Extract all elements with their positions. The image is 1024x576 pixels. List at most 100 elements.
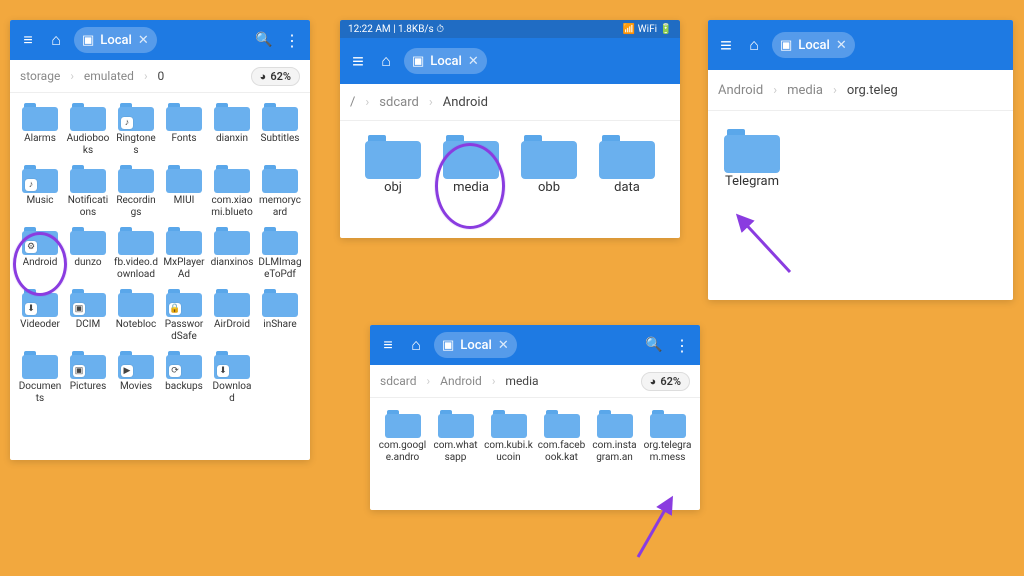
folder-item[interactable]: AirDroid — [208, 285, 256, 347]
folder-label: backups — [165, 381, 203, 405]
status-left: 12:22 AM | 1.8KB/s ⏱ — [348, 24, 444, 35]
folder-item[interactable]: ▣DCIM — [64, 285, 112, 347]
folder-label: com.kubi.kucoin — [484, 440, 533, 464]
crumb[interactable]: org.teleg — [847, 83, 898, 98]
home-icon[interactable]: ⌂ — [406, 335, 426, 355]
folder-item[interactable]: ⚙Android — [16, 223, 64, 285]
folder-icon — [544, 410, 580, 438]
home-icon[interactable]: ⌂ — [376, 51, 396, 71]
folder-item[interactable]: Notebloc — [112, 285, 160, 347]
folder-label: dunzo — [74, 257, 101, 281]
search-icon[interactable]: 🔍 — [644, 335, 664, 355]
folder-item[interactable]: ⟳backups — [160, 347, 208, 409]
topbar: ≡ ⌂ ▣ Local ✕ 🔍 ⋮ — [370, 325, 700, 365]
chevron-icon: › — [144, 69, 148, 83]
close-icon[interactable]: ✕ — [836, 38, 847, 53]
folder-item[interactable]: org.telegram.mess — [641, 406, 694, 468]
search-icon[interactable]: 🔍 — [254, 30, 274, 50]
folder-item[interactable]: fb.video.download — [112, 223, 160, 285]
crumb[interactable]: 0 — [158, 69, 165, 83]
folder-badge: ⬇ — [217, 365, 229, 377]
folder-item[interactable]: dianxinos — [208, 223, 256, 285]
folder-item[interactable]: Documents — [16, 347, 64, 409]
home-icon[interactable]: ⌂ — [46, 30, 66, 50]
hamburger-icon[interactable]: ≡ — [348, 51, 368, 71]
hamburger-icon[interactable]: ≡ — [18, 30, 38, 50]
more-icon[interactable]: ⋮ — [282, 30, 302, 50]
location-pill[interactable]: ▣ Local ✕ — [772, 32, 855, 58]
folder-item[interactable]: com.google.andro — [376, 406, 429, 468]
location-pill[interactable]: ▣ Local ✕ — [434, 332, 517, 358]
crumb[interactable]: sdcard — [380, 374, 417, 388]
folder-label: MxPlayerAd — [162, 257, 206, 281]
folder-item[interactable]: Alarms — [16, 99, 64, 161]
topbar: ≡ ⌂ ▣ Local ✕ — [708, 20, 1013, 70]
folder-item[interactable]: Subtitles — [256, 99, 304, 161]
folder-item[interactable]: com.kubi.kucoin — [482, 406, 535, 468]
folder-item[interactable]: Notifications — [64, 161, 112, 223]
folder-item[interactable]: com.whatsapp — [429, 406, 482, 468]
folder-icon: ▣ — [70, 351, 106, 379]
folder-label: Ringtones — [114, 133, 158, 157]
location-pill[interactable]: ▣ Local ✕ — [74, 27, 157, 53]
folder-item[interactable]: ▶Movies — [112, 347, 160, 409]
panel-2: 12:22 AM | 1.8KB/s ⏱ 📶 WiFi 🔋 ≡ ⌂ ▣ Loca… — [340, 20, 680, 238]
crumb[interactable]: storage — [20, 69, 60, 83]
folder-item[interactable]: DLMImageToPdf — [256, 223, 304, 285]
folder-icon — [166, 227, 202, 255]
folder-grid: com.google.androcom.whatsappcom.kubi.kuc… — [370, 398, 700, 476]
folder-item[interactable]: MIUI — [160, 161, 208, 223]
folder-item[interactable]: 🔒PasswordSafe — [160, 285, 208, 347]
hamburger-icon[interactable]: ≡ — [716, 35, 736, 55]
storage-pill[interactable]: ◕ 62% — [251, 67, 300, 86]
folder-icon — [166, 103, 202, 131]
folder-item[interactable]: data — [588, 131, 666, 200]
folder-item[interactable]: com.xiaomi.blueto — [208, 161, 256, 223]
folder-label: Download — [210, 381, 254, 405]
close-icon[interactable]: ✕ — [138, 33, 149, 48]
crumb[interactable]: emulated — [84, 69, 134, 83]
folder-icon: 🔒 — [166, 289, 202, 317]
folder-item[interactable]: ▣Pictures — [64, 347, 112, 409]
folder-item[interactable]: MxPlayerAd — [160, 223, 208, 285]
folder-icon — [724, 129, 780, 173]
crumb[interactable]: Android — [443, 95, 488, 110]
folder-item[interactable]: obj — [354, 131, 432, 200]
folder-item[interactable]: Fonts — [160, 99, 208, 161]
crumb[interactable]: sdcard — [379, 95, 419, 110]
folder-item[interactable]: Recordings — [112, 161, 160, 223]
panel-4: ≡ ⌂ ▣ Local ✕ 🔍 ⋮ sdcard › Android › med… — [370, 325, 700, 510]
folder-item[interactable]: media — [432, 131, 510, 200]
folder-icon: ⚙ — [22, 227, 58, 255]
hamburger-icon[interactable]: ≡ — [378, 335, 398, 355]
location-pill[interactable]: ▣ Local ✕ — [404, 48, 487, 74]
storage-pill[interactable]: ◕ 62% — [641, 372, 690, 391]
folder-item[interactable]: Telegram — [722, 125, 782, 194]
more-icon[interactable]: ⋮ — [672, 335, 692, 355]
folder-item[interactable]: com.facebook.kat — [535, 406, 588, 468]
crumb[interactable]: / — [350, 95, 355, 110]
crumb[interactable]: Android — [718, 83, 763, 98]
folder-item[interactable]: ⬇ Download — [208, 347, 256, 409]
folder-icon — [262, 289, 298, 317]
pie-icon: ◕ — [650, 375, 657, 388]
folder-item[interactable]: Audiobooks — [64, 99, 112, 161]
folder-item[interactable]: ♪ Ringtones — [112, 99, 160, 161]
folder-item[interactable]: ♪Music — [16, 161, 64, 223]
folder-badge: ♪ — [121, 117, 133, 129]
folder-item[interactable]: inShare — [256, 285, 304, 347]
crumb[interactable]: Android — [440, 374, 482, 388]
crumb[interactable]: media — [787, 83, 823, 98]
folder-item[interactable]: dunzo — [64, 223, 112, 285]
crumb[interactable]: media — [505, 374, 538, 388]
home-icon[interactable]: ⌂ — [744, 35, 764, 55]
close-icon[interactable]: ✕ — [468, 54, 479, 69]
folder-badge: ⚙ — [25, 241, 37, 253]
folder-item[interactable]: memorycard — [256, 161, 304, 223]
close-icon[interactable]: ✕ — [498, 338, 509, 353]
folder-item[interactable]: com.instagram.an — [588, 406, 641, 468]
folder-item[interactable]: obb — [510, 131, 588, 200]
folder-item[interactable]: dianxin — [208, 99, 256, 161]
folder-item[interactable]: ⬇Videoder — [16, 285, 64, 347]
folder-label: MIUI — [174, 195, 195, 219]
